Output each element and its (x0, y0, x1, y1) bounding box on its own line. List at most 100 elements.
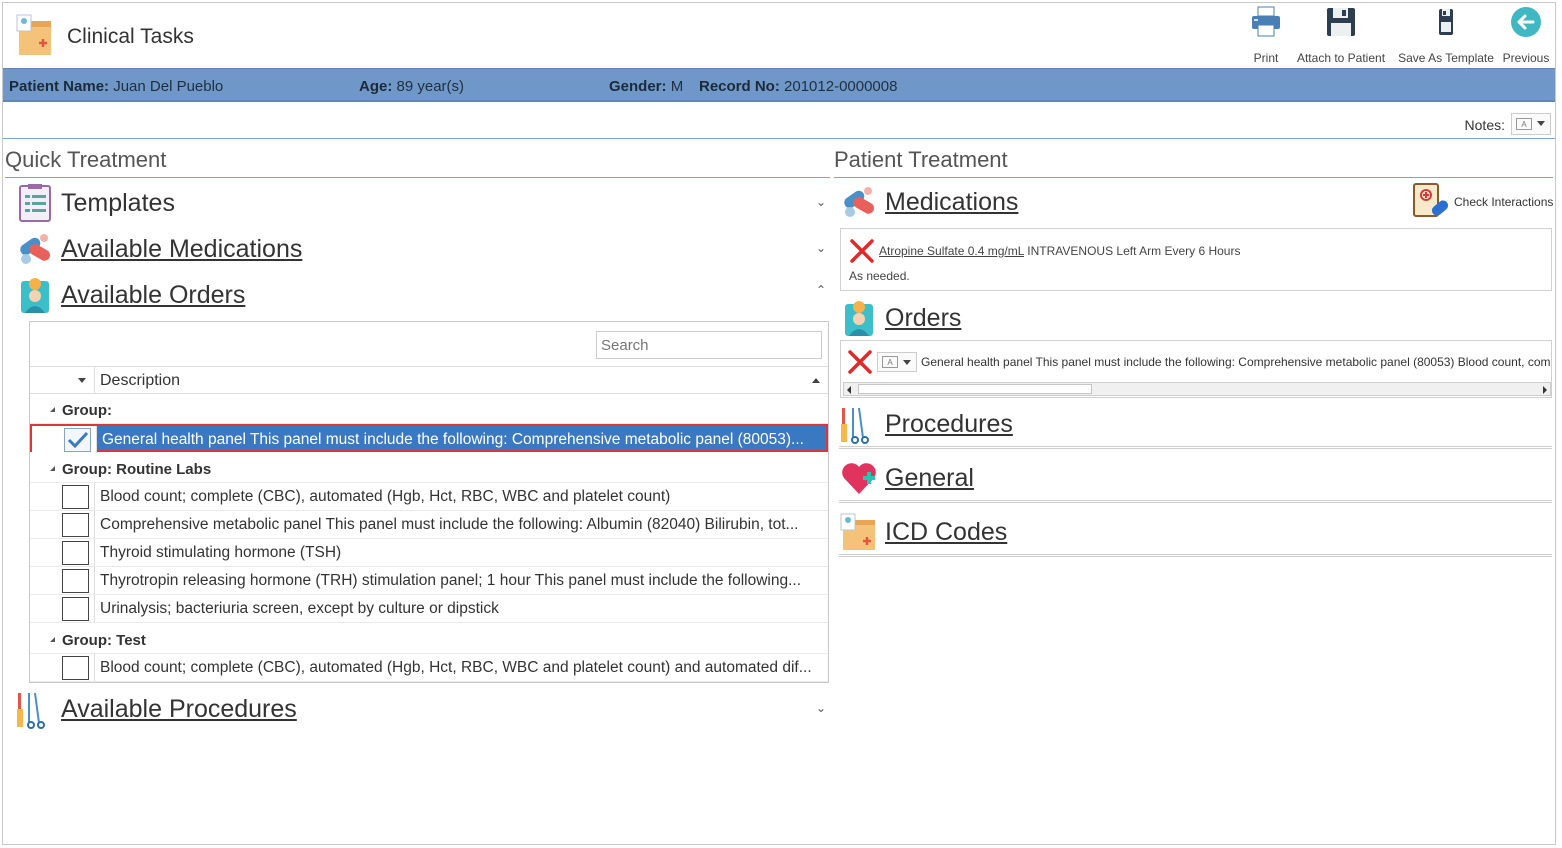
patient-name-value: Juan Del Pueblo (113, 78, 224, 95)
scrollbar-thumb[interactable] (858, 384, 1092, 394)
order-description: General health panel This panel must inc… (102, 431, 804, 448)
surgical-tools-icon (841, 407, 869, 444)
clinical-tasks-window: Clinical Tasks Print Attach to Patient S… (2, 2, 1556, 845)
procedures-divider (839, 446, 1552, 449)
previous-button[interactable]: Previous (1501, 5, 1551, 65)
surgical-tools-icon (17, 692, 45, 729)
save-as-template-button[interactable]: Save As Template (1397, 5, 1495, 65)
group-label: Group: (62, 402, 112, 419)
checkbox-cell (30, 595, 95, 622)
header: Clinical Tasks Print Attach to Patient S… (3, 3, 1555, 67)
chevron-down-icon: ⌄ (815, 701, 826, 715)
orders-section-header[interactable]: Orders (839, 296, 1553, 338)
chevron-down-icon: ⌄ (815, 195, 826, 209)
available-orders-grid: Description Group: General health panel … (29, 321, 829, 683)
group-label: Group: Routine Labs (62, 461, 212, 478)
patient-record-label: Record No: (699, 78, 780, 95)
order-description: Blood count; complete (CBC), automated (… (100, 488, 671, 505)
print-label: Print (1253, 51, 1279, 65)
collapse-triangle-icon (50, 466, 55, 471)
doctor-order-icon (21, 278, 49, 313)
patient-gender-label: Gender: (609, 78, 667, 95)
description-column-header[interactable]: Description (100, 372, 180, 390)
medication-note: As needed. (849, 269, 910, 283)
available-procedures-label: Available Procedures (61, 695, 297, 723)
group-row[interactable]: Group: (30, 396, 828, 424)
check-interactions-label: Check Interactions (1454, 195, 1554, 209)
icd-folder-icon (840, 513, 875, 550)
patient-treatment-title: Patient Treatment (834, 147, 1008, 172)
collapse-triangle-icon (50, 407, 55, 412)
quick-treatment-title: Quick Treatment (5, 147, 167, 172)
scroll-left-icon[interactable] (847, 386, 851, 394)
horizontal-scrollbar[interactable] (843, 382, 1551, 396)
order-note-dropdown[interactable]: A (877, 352, 917, 372)
icd-codes-section-header[interactable]: ICD Codes (839, 510, 1553, 552)
page-title: Clinical Tasks (67, 25, 194, 48)
pills-icon (844, 187, 875, 217)
patient-name: Patient Name: Juan Del Pueblo (9, 78, 223, 95)
table-row[interactable]: Blood count; complete (CBC), automated (… (30, 654, 828, 682)
select-column-header[interactable] (30, 367, 95, 394)
notes-dropdown[interactable]: A (1511, 113, 1551, 135)
quick-treatment-divider (5, 177, 830, 178)
available-procedures-accordion[interactable]: Available Procedures ⌄ (15, 687, 830, 729)
row-checkbox[interactable] (62, 597, 89, 621)
available-orders-accordion[interactable]: Available Orders ⌃ (15, 273, 830, 313)
order-list: A General health panel This panel must i… (840, 340, 1552, 398)
attach-to-patient-button[interactable]: Attach to Patient (1295, 5, 1387, 65)
remove-x-icon[interactable] (849, 238, 875, 264)
procedures-section-header[interactable]: Procedures (839, 402, 1553, 444)
general-section-header[interactable]: General (839, 456, 1553, 498)
templates-accordion[interactable]: Templates ⌄ (15, 181, 830, 222)
checkbox-cell (30, 654, 95, 681)
group-row[interactable]: Group: Test (30, 626, 828, 654)
orders-search-input[interactable] (596, 331, 822, 359)
table-row[interactable]: General health panel This panel must inc… (30, 424, 828, 453)
checkbox-cell (32, 426, 97, 453)
row-checkbox[interactable] (62, 513, 89, 537)
note-template-icon: A (1516, 118, 1532, 130)
clinical-tasks-logo-icon (16, 14, 51, 55)
scroll-right-icon[interactable] (1543, 386, 1547, 394)
table-row[interactable]: Comprehensive metabolic panel This panel… (30, 511, 828, 539)
available-orders-label: Available Orders (61, 281, 246, 309)
group-row[interactable]: Group: Routine Labs (30, 455, 828, 483)
collapse-triangle-icon (50, 637, 55, 642)
heart-plus-icon (842, 463, 876, 494)
floppy-save-icon (1327, 8, 1355, 36)
row-checkbox[interactable] (62, 485, 89, 509)
row-checkbox[interactable] (62, 569, 89, 593)
printer-icon (1252, 6, 1280, 37)
order-description: Comprehensive metabolic panel This panel… (100, 516, 799, 533)
check-interactions-button[interactable]: Check Interactions (1411, 181, 1555, 221)
remove-x-icon[interactable] (847, 349, 873, 375)
table-row[interactable]: Thyrotropin releasing hormone (TRH) stim… (30, 567, 828, 595)
print-button[interactable]: Print (1241, 5, 1291, 65)
row-checkbox[interactable] (62, 656, 89, 680)
patient-gender: Gender: M (609, 78, 683, 95)
clipboard-list-icon (19, 184, 51, 222)
medication-list: Atropine Sulfate 0.4 mg/mL INTRAVENOUS L… (840, 228, 1552, 291)
table-row[interactable]: Thyroid stimulating hormone (TSH) (30, 539, 828, 567)
available-medications-label: Available Medications (61, 235, 303, 263)
chevron-down-icon: ⌄ (815, 241, 826, 255)
orders-label: Orders (885, 304, 962, 332)
table-row[interactable]: Blood count; complete (CBC), automated (… (30, 483, 828, 511)
available-medications-accordion[interactable]: Available Medications ⌄ (15, 227, 830, 267)
row-checkbox[interactable] (62, 541, 89, 565)
general-divider (839, 500, 1552, 503)
previous-label: Previous (1502, 51, 1550, 65)
row-checkbox[interactable] (64, 428, 91, 452)
order-item-text: General health panel This panel must inc… (921, 355, 1552, 369)
patient-treatment-divider (834, 177, 1553, 178)
notes-row: Notes: A (3, 105, 1555, 139)
chevron-down-icon (903, 360, 911, 365)
general-label: General (885, 464, 974, 492)
back-arrow-icon (1511, 7, 1541, 37)
save-as-template-label: Save As Template (1398, 51, 1494, 65)
medication-link[interactable]: Atropine Sulfate 0.4 mg/mL (879, 244, 1024, 258)
sort-ascending-icon[interactable] (812, 378, 820, 383)
patient-age-value: 89 year(s) (396, 78, 465, 95)
table-row[interactable]: Urinalysis; bacteriuria screen, except b… (30, 595, 828, 623)
